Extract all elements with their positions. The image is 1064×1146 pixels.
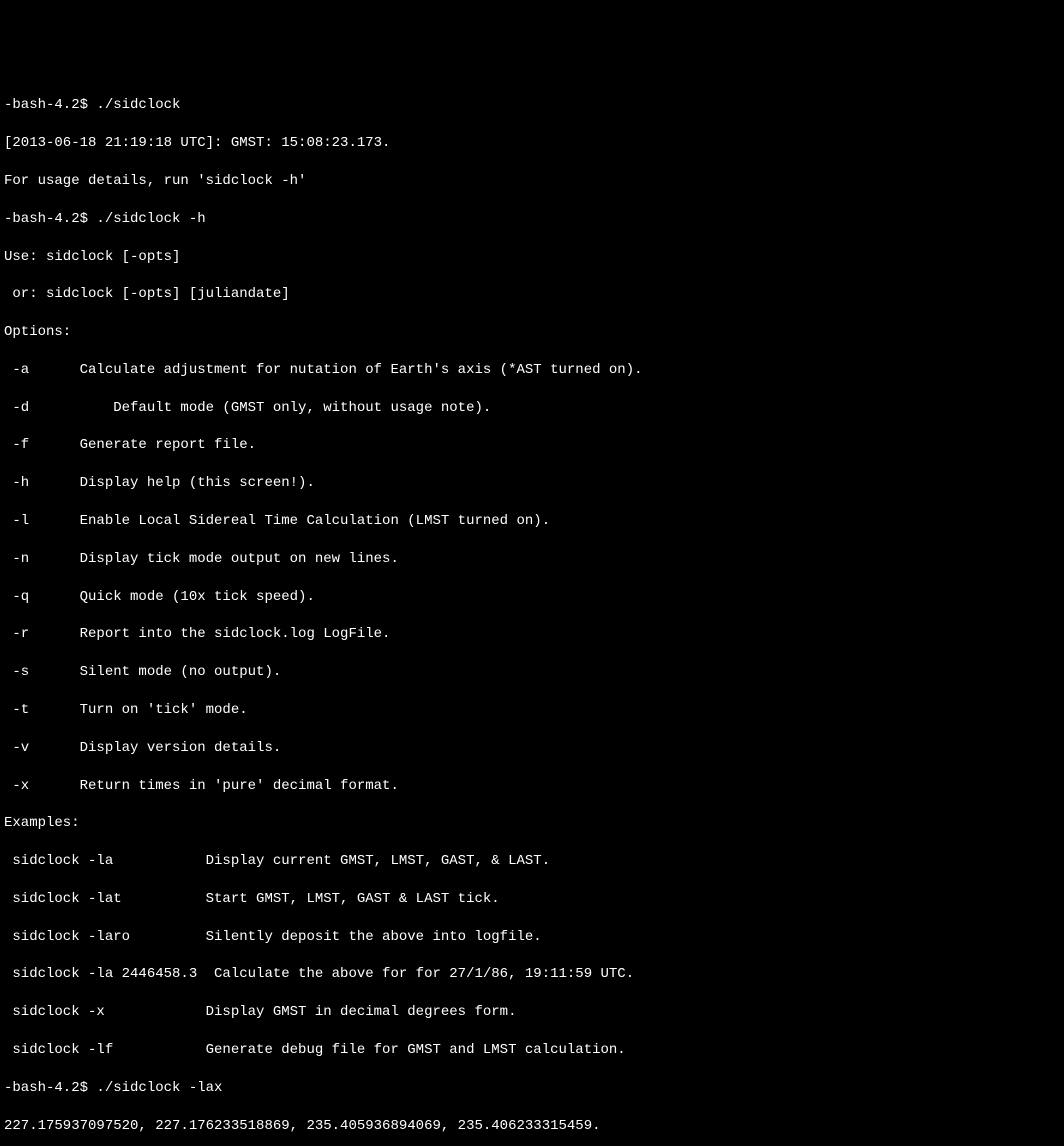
help-usage: or: sidclock [-opts] [juliandate]: [4, 285, 1064, 304]
help-option: -x Return times in 'pure' decimal format…: [4, 777, 1064, 796]
help-option: -q Quick mode (10x tick speed).: [4, 588, 1064, 607]
help-example: sidclock -lat Start GMST, LMST, GAST & L…: [4, 890, 1064, 909]
help-usage: Use: sidclock [-opts]: [4, 248, 1064, 267]
help-example: sidclock -x Display GMST in decimal degr…: [4, 1003, 1064, 1022]
help-option: -s Silent mode (no output).: [4, 663, 1064, 682]
help-option: -r Report into the sidclock.log LogFile.: [4, 625, 1064, 644]
help-option: -a Calculate adjustment for nutation of …: [4, 361, 1064, 380]
prompt-line: -bash-4.2$ ./sidclock -lax: [4, 1079, 1064, 1098]
prompt-line: -bash-4.2$ ./sidclock: [4, 96, 1064, 115]
output-line: 227.175937097520, 227.176233518869, 235.…: [4, 1117, 1064, 1136]
output-line: [2013-06-18 21:19:18 UTC]: GMST: 15:08:2…: [4, 134, 1064, 153]
help-examples-header: Examples:: [4, 814, 1064, 833]
prompt-line: -bash-4.2$ ./sidclock -h: [4, 210, 1064, 229]
help-option: -d Default mode (GMST only, without usag…: [4, 399, 1064, 418]
help-option: -n Display tick mode output on new lines…: [4, 550, 1064, 569]
help-options-header: Options:: [4, 323, 1064, 342]
help-example: sidclock -lf Generate debug file for GMS…: [4, 1041, 1064, 1060]
help-option: -t Turn on 'tick' mode.: [4, 701, 1064, 720]
help-option: -l Enable Local Sidereal Time Calculatio…: [4, 512, 1064, 531]
terminal-window[interactable]: -bash-4.2$ ./sidclock [2013-06-18 21:19:…: [4, 78, 1064, 651]
help-example: sidclock -la Display current GMST, LMST,…: [4, 852, 1064, 871]
output-line: For usage details, run 'sidclock -h': [4, 172, 1064, 191]
help-example: sidclock -laro Silently deposit the abov…: [4, 928, 1064, 947]
help-example: sidclock -la 2446458.3 Calculate the abo…: [4, 965, 1064, 984]
help-option: -f Generate report file.: [4, 436, 1064, 455]
help-option: -v Display version details.: [4, 739, 1064, 758]
help-option: -h Display help (this screen!).: [4, 474, 1064, 493]
